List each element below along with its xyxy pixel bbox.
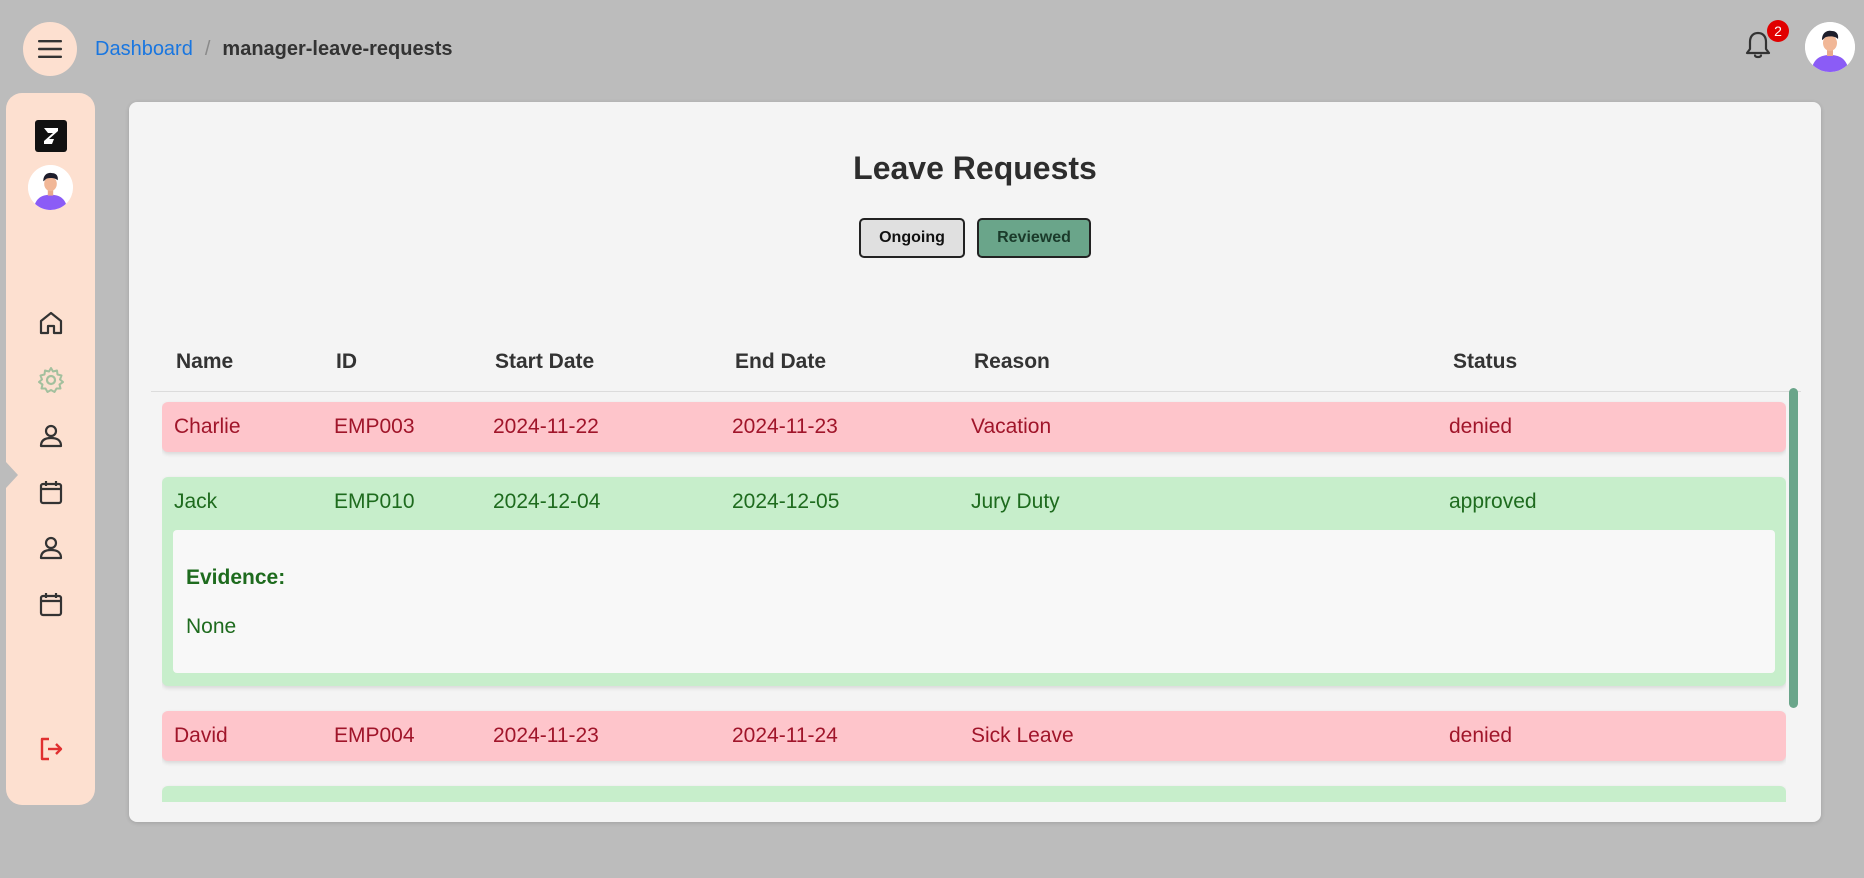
breadcrumb: Dashboard / manager-leave-requests [95, 38, 453, 61]
cell-name: Jack [174, 490, 218, 513]
table-row[interactable]: David EMP004 2024-11-23 2024-11-24 Sick … [162, 711, 1786, 761]
status-tabs: Ongoing Reviewed [859, 218, 1091, 258]
cell-reason: Sick Leave [971, 724, 1074, 747]
sidebar-avatar[interactable] [28, 165, 73, 210]
cell-name: David [174, 724, 228, 747]
menu-button[interactable] [23, 22, 77, 76]
hamburger-icon [38, 40, 62, 58]
breadcrumb-separator: / [204, 38, 211, 60]
avatar-illustration [1805, 22, 1855, 72]
avatar-illustration [28, 165, 73, 210]
evidence-value: None [186, 615, 237, 638]
tab-ongoing[interactable]: Ongoing [859, 218, 965, 258]
gear-icon[interactable] [37, 366, 65, 394]
table-row-expanded[interactable]: Jack EMP010 2024-12-04 2024-12-05 Jury D… [162, 477, 1786, 686]
evidence-label: Evidence: [186, 566, 286, 589]
cell-id: EMP004 [334, 724, 415, 747]
table-header: Name ID Start Date End Date Reason Statu… [151, 350, 1801, 392]
table-row[interactable]: Charlie EMP003 2024-11-22 2024-11-23 Vac… [162, 402, 1786, 452]
leave-requests-panel: Leave Requests Ongoing Reviewed Name ID … [129, 102, 1821, 822]
tab-reviewed[interactable]: Reviewed [977, 218, 1091, 258]
logo-icon [44, 128, 58, 144]
user-icon[interactable] [37, 422, 65, 450]
column-header-id: ID [336, 350, 357, 373]
cell-start-date: 2024-11-23 [493, 724, 599, 747]
cell-status: approved [1449, 490, 1537, 513]
user-icon[interactable] [37, 534, 65, 562]
cell-end-date: 2024-11-24 [732, 724, 838, 747]
sidebar [6, 93, 95, 805]
page-title: Leave Requests [853, 150, 1097, 186]
list-scrollbar[interactable] [1789, 388, 1798, 708]
app-logo [35, 120, 67, 152]
top-bar: Dashboard / manager-leave-requests 2 [0, 0, 1864, 96]
cell-end-date: 2024-11-23 [732, 415, 838, 438]
logout-icon[interactable] [37, 735, 65, 763]
evidence-panel: Evidence: None [173, 530, 1775, 673]
calendar-icon[interactable] [37, 478, 65, 506]
cell-reason: Jury Duty [971, 490, 1060, 513]
cell-start-date: 2024-11-22 [493, 415, 599, 438]
cell-id: EMP003 [334, 415, 415, 438]
cell-status: denied [1449, 724, 1513, 747]
breadcrumb-current: manager-leave-requests [222, 38, 453, 60]
user-avatar[interactable] [1805, 22, 1855, 72]
notification-badge: 2 [1767, 20, 1789, 42]
home-icon[interactable] [37, 309, 65, 337]
column-header-status: Status [1453, 350, 1518, 373]
cell-status: denied [1449, 415, 1513, 438]
cell-start-date: 2024-12-04 [493, 490, 601, 513]
calendar-icon[interactable] [37, 590, 65, 618]
column-header-name: Name [176, 350, 234, 373]
leave-request-list: Charlie EMP003 2024-11-22 2024-11-23 Vac… [162, 400, 1786, 802]
active-indicator [6, 462, 18, 488]
breadcrumb-dashboard-link[interactable]: Dashboard [95, 38, 193, 61]
column-header-start-date: Start Date [495, 350, 595, 373]
cell-reason: Vacation [971, 415, 1052, 438]
column-header-reason: Reason [974, 350, 1050, 373]
column-header-end-date: End Date [735, 350, 827, 373]
table-row-partial[interactable] [162, 786, 1786, 802]
cell-id: EMP010 [334, 490, 415, 513]
cell-name: Charlie [174, 415, 241, 438]
cell-end-date: 2024-12-05 [732, 490, 840, 513]
